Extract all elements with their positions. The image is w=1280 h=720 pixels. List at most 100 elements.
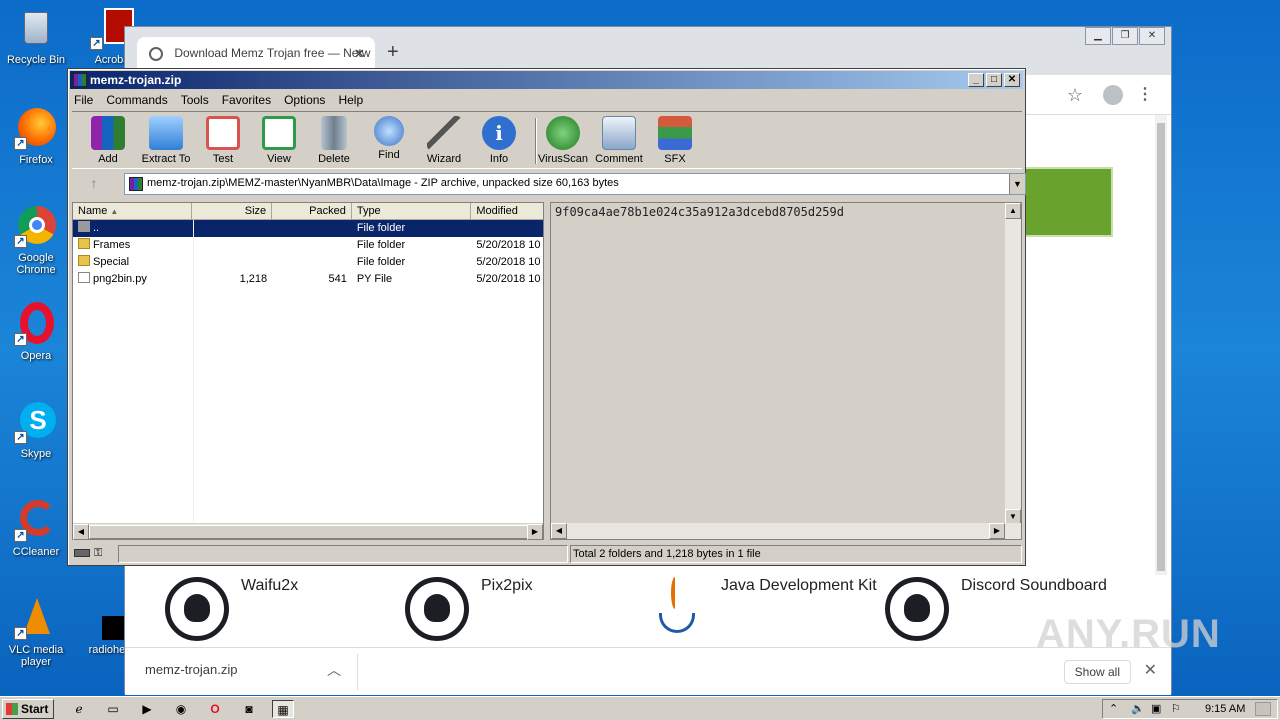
action-center-flag-icon[interactable]: ⚐	[1171, 702, 1181, 715]
column-name[interactable]: Name ▲	[73, 203, 193, 220]
new-tab-button[interactable]: +	[387, 41, 399, 64]
scroll-up-icon[interactable]: ▲	[1005, 203, 1021, 219]
desktop-icon-skype[interactable]: S ↗ Skype	[0, 400, 72, 460]
opera-icon: ↗	[14, 302, 58, 346]
trash-icon	[321, 116, 347, 150]
kebab-menu-icon[interactable]: ⋮	[1137, 84, 1153, 104]
firefox-icon: ↗	[14, 106, 58, 150]
scroll-right-icon[interactable]: ▶	[527, 524, 543, 540]
chevron-up-icon[interactable]: ︿	[327, 660, 341, 680]
minimize-icon[interactable]: _	[968, 73, 984, 87]
chrome-taskbar-icon[interactable]: ◉	[170, 700, 192, 718]
desktop-icon-firefox[interactable]: ↗ Firefox	[0, 106, 72, 166]
toolbar-extract-to-button[interactable]: Extract To	[136, 116, 196, 165]
desktop-icon-chrome[interactable]: ↗ Google Chrome	[0, 204, 72, 276]
virus-scan-icon	[546, 116, 580, 150]
network-icon[interactable]: ▣	[1151, 702, 1161, 715]
table-row[interactable]: .. File folder	[73, 220, 544, 237]
status-icons: ⚿	[72, 545, 116, 563]
toolbar-add-button[interactable]: Add	[78, 116, 138, 165]
table-row[interactable]: Frames File folder 5/20/2018 10	[73, 237, 543, 254]
winrar-title-bar[interactable]: memz-trojan.zip _ □ ✕	[70, 71, 1023, 89]
scroll-left-icon[interactable]: ◀	[73, 524, 89, 540]
menu-tools[interactable]: Tools	[181, 91, 209, 109]
path-combobox[interactable]: memz-trojan.zip\MEMZ-master\NyanMBR\Data…	[124, 173, 1026, 195]
desktop-icon-ccleaner[interactable]: ↗ CCleaner	[0, 498, 72, 558]
shortcut-arrow-icon: ↗	[14, 137, 27, 150]
tray-expand-icon[interactable]: ⌃	[1109, 702, 1118, 715]
download-item[interactable]: memz-trojan.zip	[145, 662, 237, 677]
winrar-taskbar-icon[interactable]: ▦	[272, 700, 294, 718]
close-icon[interactable]: ✕	[1004, 73, 1020, 87]
media-player-icon[interactable]: ▶	[136, 700, 158, 718]
test-clipboard-icon	[206, 116, 240, 150]
scrollbar-thumb[interactable]	[89, 525, 529, 539]
status-bar: ⚿ Total 2 folders and 1,218 bytes in 1 f…	[72, 545, 1022, 563]
ie-icon[interactable]: ℯ	[68, 700, 90, 718]
up-arrow-icon[interactable]: ↑	[74, 175, 114, 193]
shortcut-arrow-icon: ↗	[14, 333, 27, 346]
horizontal-scrollbar[interactable]: ◀ ▶	[73, 523, 543, 540]
file-icon	[78, 596, 138, 640]
column-packed[interactable]: Packed	[272, 203, 352, 220]
table-row[interactable]: Special File folder 5/20/2018 10	[73, 254, 543, 271]
tab-close-icon[interactable]: ✕	[354, 46, 365, 62]
menu-help[interactable]: Help	[338, 91, 363, 109]
desktop-icon-vlc[interactable]: ↗ VLC media player	[0, 596, 72, 668]
page-scrollbar[interactable]	[1155, 115, 1167, 575]
close-icon[interactable]: ✕	[1144, 660, 1157, 680]
opera-taskbar-icon[interactable]: O	[204, 700, 226, 718]
column-guide	[193, 220, 194, 525]
shortcut-arrow-icon: ↗	[14, 627, 27, 640]
preview-horizontal-scrollbar[interactable]: ◀ ▶	[551, 523, 1021, 539]
ccleaner-icon: ↗	[14, 498, 58, 542]
toolbar-view-button[interactable]: View	[249, 116, 309, 165]
toolbar-sfx-button[interactable]: SFX	[645, 116, 705, 165]
view-book-icon	[262, 116, 296, 150]
sfx-books-icon	[658, 116, 692, 150]
explorer-folder-icon[interactable]: ▭	[102, 700, 124, 718]
menu-options[interactable]: Options	[284, 91, 325, 109]
column-size[interactable]: Size	[192, 203, 273, 220]
minimize-icon[interactable]: ▁	[1085, 27, 1111, 45]
start-button[interactable]: Start	[2, 699, 54, 719]
profile-avatar-icon[interactable]	[1103, 85, 1123, 105]
toolbar-virusscan-button[interactable]: VirusScan	[533, 116, 593, 165]
column-modified[interactable]: Modified	[471, 203, 543, 220]
scrollbar-thumb[interactable]	[1157, 123, 1165, 571]
table-row[interactable]: png2bin.py 1,218 541 PY File 5/20/2018 1…	[73, 271, 543, 288]
toolbar-delete-button[interactable]: Delete	[304, 116, 364, 165]
clock[interactable]: 9:15 AM	[1205, 703, 1245, 715]
column-type[interactable]: Type	[352, 203, 472, 220]
scroll-left-icon[interactable]: ◀	[551, 523, 567, 539]
download-banner[interactable]	[1021, 167, 1113, 237]
desktop-icon-opera[interactable]: ↗ Opera	[0, 302, 72, 362]
folder-icon	[78, 255, 90, 266]
add-icon	[91, 116, 125, 150]
preview-text: 9f09ca4ae78b1e024c35a912a3dcebd8705d259d	[555, 205, 844, 219]
vertical-scrollbar[interactable]: ▲ ▼	[1005, 203, 1021, 525]
dropdown-arrow-icon[interactable]: ▼	[1009, 174, 1025, 194]
menu-commands[interactable]: Commands	[106, 91, 167, 109]
toolbar-comment-button[interactable]: Comment	[589, 116, 649, 165]
camera-icon[interactable]: ◙	[238, 700, 260, 718]
volume-icon[interactable]: 🔈	[1131, 702, 1145, 715]
show-all-button[interactable]: Show all	[1063, 660, 1131, 684]
close-icon[interactable]: ✕	[1139, 27, 1165, 45]
show-desktop-button[interactable]	[1255, 702, 1271, 716]
download-filename: memz-trojan.zip	[145, 662, 238, 677]
restore-icon[interactable]: ❐	[1112, 27, 1138, 45]
maximize-icon[interactable]: □	[986, 73, 1002, 87]
desktop-icon-recycle-bin[interactable]: Recycle Bin	[0, 6, 72, 66]
shortcut-arrow-icon: ↗	[90, 37, 103, 50]
toolbar-info-button[interactable]: i Info	[469, 116, 529, 165]
toolbar-find-button[interactable]: Find	[359, 116, 419, 161]
path-text: memz-trojan.zip\MEMZ-master\NyanMBR\Data…	[147, 177, 619, 189]
toolbar-test-button[interactable]: Test	[193, 116, 253, 165]
scroll-right-icon[interactable]: ▶	[989, 523, 1005, 539]
menu-file[interactable]: File	[74, 91, 93, 109]
file-list-header: Name ▲ Size Packed Type Modified	[73, 203, 543, 220]
bookmark-star-icon[interactable]: ☆	[1067, 85, 1083, 106]
toolbar-wizard-button[interactable]: Wizard	[414, 116, 474, 165]
menu-favorites[interactable]: Favorites	[222, 91, 271, 109]
